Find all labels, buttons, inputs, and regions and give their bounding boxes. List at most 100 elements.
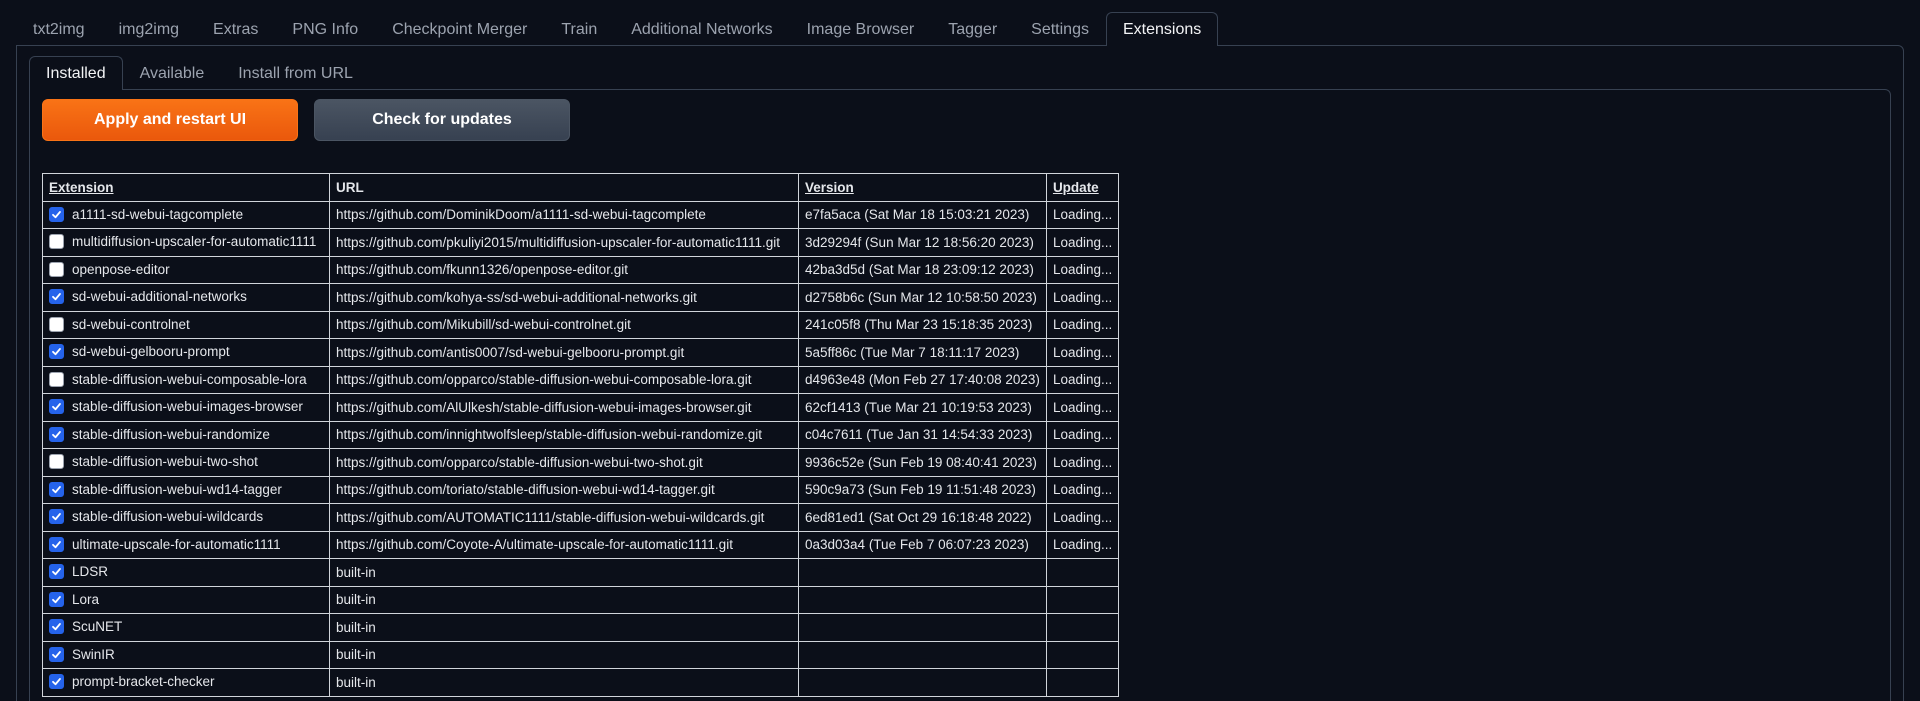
extension-cell: sd-webui-gelbooru-prompt xyxy=(42,338,330,367)
checkmark-icon xyxy=(52,485,61,493)
checkmark-icon xyxy=(52,540,61,548)
extension-version: 5a5ff86c (Tue Mar 7 18:11:17 2023) xyxy=(798,338,1047,367)
tab-installed[interactable]: Installed xyxy=(29,56,123,90)
extension-enabled-checkbox[interactable] xyxy=(49,619,64,635)
extension-enabled-checkbox[interactable] xyxy=(49,591,64,607)
extensions-table-body: a1111-sd-webui-tagcomplete https://github… xyxy=(42,200,1120,697)
tab-png-info[interactable]: PNG Info xyxy=(275,12,375,46)
tab-additional-networks[interactable]: Additional Networks xyxy=(614,12,789,46)
extension-update-status: Loading... xyxy=(1045,365,1120,394)
table-row: sd-webui-additional-networks https://gith… xyxy=(42,283,1120,312)
extension-enabled-checkbox[interactable] xyxy=(49,234,64,250)
tab-extensions[interactable]: Extensions xyxy=(1105,12,1219,46)
extension-name: stable-diffusion-webui-wildcards xyxy=(72,509,264,525)
tab-available[interactable]: Available xyxy=(123,56,222,90)
extension-enabled-checkbox[interactable] xyxy=(49,509,64,525)
extension-url: https://github.com/pkuliyi2015/multidiff… xyxy=(329,228,799,257)
column-header-version[interactable]: Version xyxy=(798,173,1047,202)
table-row: a1111-sd-webui-tagcomplete https://github… xyxy=(42,200,1120,229)
extension-enabled-checkbox[interactable] xyxy=(49,426,64,442)
extension-cell: prompt-bracket-checker xyxy=(42,668,330,697)
extension-url: https://github.com/kohya-ss/sd-webui-add… xyxy=(329,283,799,312)
extension-update-status: Loading... xyxy=(1045,503,1120,532)
tab-tagger[interactable]: Tagger xyxy=(931,12,1014,46)
extension-version xyxy=(798,613,1047,642)
extension-update-status: Loading... xyxy=(1045,338,1120,367)
extension-cell: ScuNET xyxy=(42,613,330,642)
extension-update-status: Loading... xyxy=(1045,393,1120,422)
extension-version: e7fa5aca (Sat Mar 18 15:03:21 2023) xyxy=(798,200,1047,229)
extension-enabled-checkbox[interactable] xyxy=(49,399,64,415)
table-header-row: Extension URL Version Update xyxy=(42,173,1120,202)
extension-name: stable-diffusion-webui-randomize xyxy=(72,426,270,442)
extension-version: 3d29294f (Sun Mar 12 18:56:20 2023) xyxy=(798,228,1047,257)
extension-version xyxy=(798,585,1047,614)
main-tab-bar: txt2img img2img Extras PNG Info Checkpoint M… xyxy=(16,12,1219,46)
table-row: ultimate-upscale-for-automatic1111 https:… xyxy=(42,530,1120,559)
extension-name: multidiffusion-upscaler-for-automatic111… xyxy=(72,234,317,250)
tab-install-from-url[interactable]: Install from URL xyxy=(221,56,370,90)
table-row: sd-webui-controlnet https://github.com/Mi… xyxy=(42,310,1120,339)
column-header-extension[interactable]: Extension xyxy=(42,173,330,202)
extension-enabled-checkbox[interactable] xyxy=(49,481,64,497)
extension-name: openpose-editor xyxy=(72,261,170,277)
tab-settings[interactable]: Settings xyxy=(1014,12,1106,46)
apply-and-restart-button[interactable]: Apply and restart UI xyxy=(42,99,298,141)
extension-enabled-checkbox[interactable] xyxy=(49,316,64,332)
column-header-url-label: URL xyxy=(336,179,364,195)
extension-version: 42ba3d5d (Sat Mar 18 23:09:12 2023) xyxy=(798,255,1047,284)
extension-enabled-checkbox[interactable] xyxy=(49,646,64,662)
column-header-update-label: Update xyxy=(1052,179,1099,195)
tab-checkpoint-merger[interactable]: Checkpoint Merger xyxy=(375,12,544,46)
extension-enabled-checkbox[interactable] xyxy=(49,674,64,690)
checkmark-icon xyxy=(52,403,61,411)
table-row: sd-webui-gelbooru-prompt https://github.c… xyxy=(42,338,1120,367)
checkmark-icon xyxy=(52,568,61,576)
tab-txt2img[interactable]: txt2img xyxy=(16,12,102,46)
extension-cell: stable-diffusion-webui-wd14-tagger xyxy=(42,475,330,504)
extension-name: a1111-sd-webui-tagcomplete xyxy=(72,206,244,222)
tab-img2img[interactable]: img2img xyxy=(102,12,196,46)
extension-url: https://github.com/fkunn1326/openpose-ed… xyxy=(329,255,799,284)
table-row: stable-diffusion-webui-wildcards https://… xyxy=(42,503,1120,532)
table-row: ScuNET built-in xyxy=(42,613,1120,642)
extension-cell: stable-diffusion-webui-images-browser xyxy=(42,393,330,422)
extension-enabled-checkbox[interactable] xyxy=(49,454,64,470)
extension-name: prompt-bracket-checker xyxy=(72,674,215,690)
extension-enabled-checkbox[interactable] xyxy=(49,371,64,387)
extension-url: https://github.com/opparco/stable-diffus… xyxy=(329,448,799,477)
extension-cell: stable-diffusion-webui-composable-lora xyxy=(42,365,330,394)
tab-image-browser[interactable]: Image Browser xyxy=(790,12,932,46)
column-header-update[interactable]: Update xyxy=(1045,173,1120,202)
check-for-updates-button[interactable]: Check for updates xyxy=(314,99,570,141)
extension-enabled-checkbox[interactable] xyxy=(49,261,64,277)
tab-extras[interactable]: Extras xyxy=(196,12,275,46)
extension-version xyxy=(798,668,1047,697)
extension-update-status: Loading... xyxy=(1045,255,1120,284)
checkmark-icon xyxy=(52,348,61,356)
extension-version: 62cf1413 (Tue Mar 21 10:19:53 2023) xyxy=(798,393,1047,422)
extension-update-status: Loading... xyxy=(1045,530,1120,559)
extension-enabled-checkbox[interactable] xyxy=(49,289,64,305)
extension-cell: sd-webui-additional-networks xyxy=(42,283,330,312)
table-row: openpose-editor https://github.com/fkunn1… xyxy=(42,255,1120,284)
extension-cell: a1111-sd-webui-tagcomplete xyxy=(42,200,330,229)
extension-cell: stable-diffusion-webui-two-shot xyxy=(42,448,330,477)
extension-enabled-checkbox[interactable] xyxy=(49,344,64,360)
extension-update-status: Loading... xyxy=(1045,420,1120,449)
checkmark-icon xyxy=(52,513,61,521)
extension-url: https://github.com/Coyote-A/ultimate-ups… xyxy=(329,530,799,559)
extension-update-status: Loading... xyxy=(1045,310,1120,339)
checkmark-icon xyxy=(52,293,61,301)
table-row: stable-diffusion-webui-two-shot https://g… xyxy=(42,448,1120,477)
extension-enabled-checkbox[interactable] xyxy=(49,564,64,580)
extension-update-status: Loading... xyxy=(1045,475,1120,504)
tab-train[interactable]: Train xyxy=(544,12,614,46)
extension-name: stable-diffusion-webui-wd14-tagger xyxy=(72,481,282,497)
extension-enabled-checkbox[interactable] xyxy=(49,536,64,552)
extension-update-status xyxy=(1045,668,1120,697)
extension-enabled-checkbox[interactable] xyxy=(49,206,64,222)
checkmark-icon xyxy=(52,623,61,631)
table-row: stable-diffusion-webui-randomize https://… xyxy=(42,420,1120,449)
column-header-version-label: Version xyxy=(805,179,854,195)
